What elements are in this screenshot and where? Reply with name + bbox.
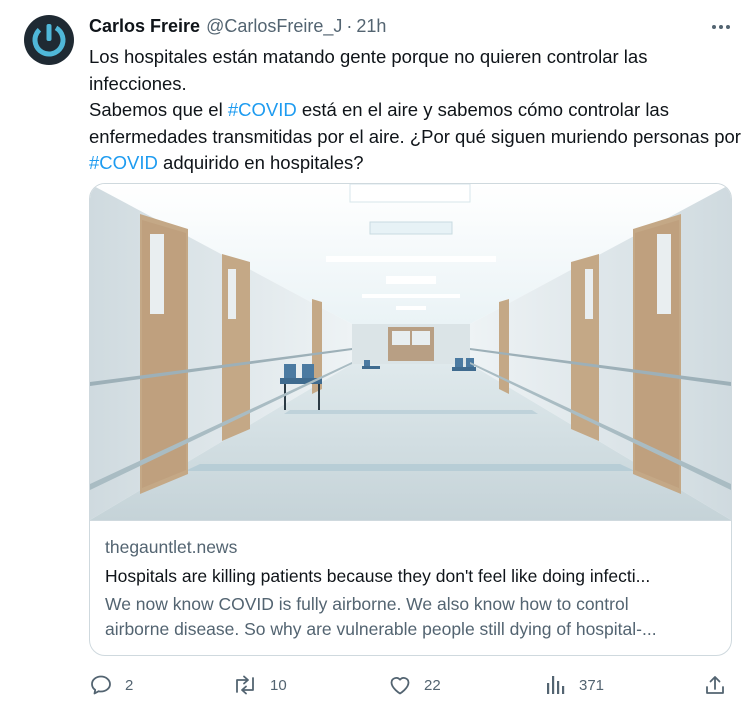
tweet-paragraph-2: Sabemos que el #COVID está en el aire y …	[89, 97, 744, 177]
tweet-text-segment: adquirido en hospitales?	[157, 152, 364, 173]
views-chart-icon	[547, 676, 565, 694]
author-handle[interactable]: @CarlosFreire_J	[206, 16, 342, 37]
retweet-button[interactable]: 10	[232, 671, 287, 699]
card-description: We now know COVID is fully airborne. We …	[105, 592, 720, 642]
hospital-corridor-image	[90, 184, 731, 521]
tweet-text: Los hospitales están matando gente porqu…	[89, 44, 744, 177]
hashtag-covid-link[interactable]: #COVID	[89, 152, 158, 173]
author-name[interactable]: Carlos Freire	[89, 16, 200, 37]
power-icon	[32, 23, 66, 57]
share-button[interactable]	[703, 671, 727, 699]
views-button[interactable]: 371	[545, 671, 604, 699]
like-button[interactable]: 22	[388, 671, 441, 699]
tweet-text-segment: Sabemos que el	[89, 99, 228, 120]
card-description-line: airborne disease. So why are vulnerable …	[105, 619, 657, 639]
share-icon	[706, 676, 724, 694]
card-description-line: We now know COVID is fully airborne. We …	[105, 594, 629, 614]
card-title[interactable]: Hospitals are killing patients because t…	[105, 566, 720, 587]
tweet-paragraph-1: Los hospitales están matando gente porqu…	[89, 46, 648, 94]
timestamp[interactable]: 21h	[356, 16, 386, 37]
reply-button[interactable]: 2	[89, 671, 133, 699]
retweet-icon	[236, 675, 254, 695]
tweet[interactable]: Carlos Freire @CarlosFreire_J · 21h Los …	[0, 0, 756, 710]
retweet-count: 10	[270, 676, 287, 694]
card-domain: thegauntlet.news	[105, 537, 238, 557]
views-count: 371	[579, 676, 605, 694]
like-count: 22	[424, 676, 441, 694]
tweet-actions: 2 10 22 371	[89, 671, 734, 699]
more-options-button[interactable]	[708, 14, 734, 40]
heart-icon	[390, 677, 410, 695]
tweet-header: Carlos Freire @CarlosFreire_J · 21h	[89, 14, 386, 38]
link-preview-card[interactable]: thegauntlet.news Hospitals are killing p…	[89, 183, 732, 656]
more-icon	[712, 25, 730, 29]
separator-dot: ·	[346, 15, 353, 36]
reply-count: 2	[125, 676, 134, 694]
reply-icon	[91, 675, 111, 695]
hashtag-covid-link[interactable]: #COVID	[228, 99, 297, 120]
avatar[interactable]	[24, 15, 74, 65]
